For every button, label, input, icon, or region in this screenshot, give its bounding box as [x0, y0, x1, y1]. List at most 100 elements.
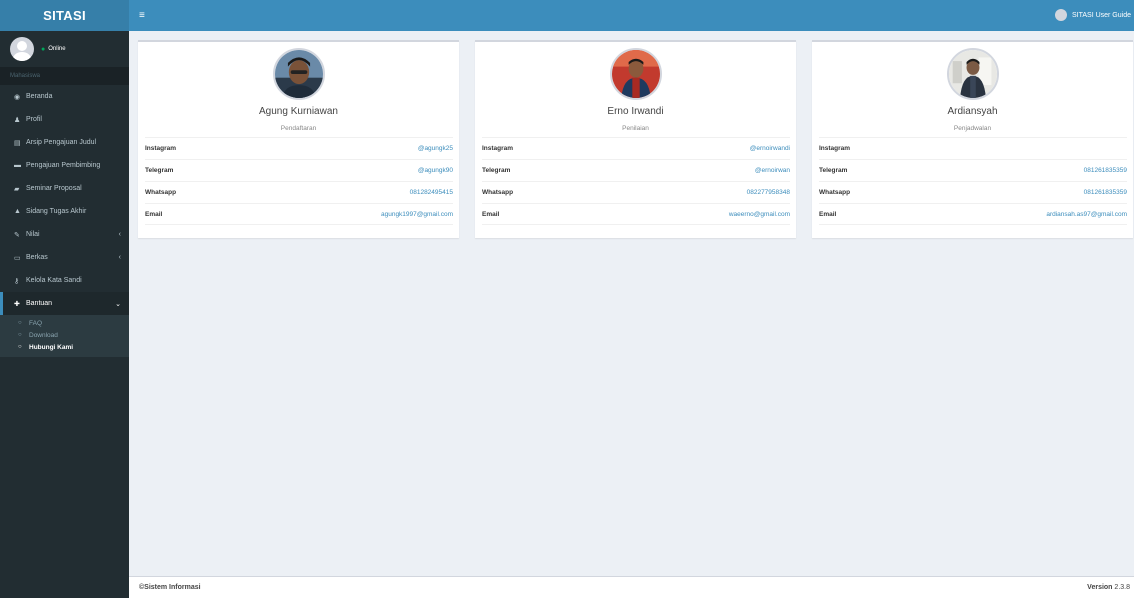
chevron-left-icon: ‹: [118, 254, 121, 261]
sidebar-item-label: Kelola Kata Sandi: [26, 277, 82, 284]
contact-role: Pendaftaran: [280, 125, 317, 132]
submenu-item-download[interactable]: ○ Download: [0, 329, 129, 341]
whatsapp-value[interactable]: 082277958348: [747, 189, 790, 196]
sidebar-item-arsip-pengajuan-judul[interactable]: ▤ Arsip Pengajuan Judul: [0, 131, 129, 154]
sidebar-item-seminar-proposal[interactable]: ▰ Seminar Proposal: [0, 177, 129, 200]
whatsapp-row: Whatsapp 082277958348: [482, 181, 790, 203]
menu-header: Mahasiswa: [0, 67, 129, 85]
sidebar-item-profil[interactable]: ♟ Profil: [0, 108, 129, 131]
sidebar-item-label: Berkas: [26, 254, 48, 261]
sidebar-item-label: Pengajuan Pembimbing: [26, 162, 101, 169]
sidebar-item-beranda[interactable]: ◉ Beranda: [0, 85, 129, 108]
sidebar-item-label: Arsip Pengajuan Judul: [26, 139, 97, 146]
sidebar-item-label: Profil: [26, 116, 42, 123]
profile-photo: [609, 48, 662, 100]
contact-name: Agung Kurniawan: [259, 106, 338, 117]
telegram-label: Telegram: [482, 167, 511, 174]
dashboard-icon: ◉: [14, 93, 21, 101]
sidebar-item-bantuan[interactable]: ✚ Bantuan ⌄: [0, 292, 129, 315]
instagram-label: Instagram: [145, 145, 177, 152]
user-panel: ● Online: [0, 31, 129, 67]
email-row: Email ardiansah.as97@gmail.com: [819, 203, 1127, 225]
telegram-label: Telegram: [819, 167, 848, 174]
telegram-value[interactable]: 081261835359: [1084, 167, 1127, 174]
contact-details: Instagram Telegram 081261835359 Whatsapp…: [819, 137, 1127, 225]
content-area: Agung Kurniawan Pendaftaran Instagram @a…: [129, 31, 1134, 576]
sidebar-item-nilai[interactable]: ✎ Nilai ‹: [0, 223, 129, 246]
instagram-row: Instagram: [819, 137, 1127, 159]
user-guide-avatar: [1054, 9, 1067, 21]
email-label: Email: [819, 210, 837, 218]
version-number: 2.3.8: [1114, 584, 1130, 591]
email-row: Email waeerno@gmail.com: [482, 203, 790, 225]
chevron-down-icon: ⌄: [115, 300, 121, 308]
contact-name: Ardiansyah: [947, 106, 998, 117]
telegram-value[interactable]: @agungk90: [418, 167, 453, 174]
submenu-item-label: FAQ: [29, 319, 43, 327]
instagram-value[interactable]: @agungk25: [418, 145, 453, 152]
telegram-row: Telegram @agungk90: [145, 159, 453, 181]
email-label: Email: [145, 210, 163, 218]
instagram-row: Instagram @agungk25: [145, 137, 453, 159]
profile-photo: [946, 48, 999, 100]
sidebar-item-label: Seminar Proposal: [26, 185, 82, 192]
submenu-item-hubungi-kami[interactable]: ○ Hubungi Kami: [0, 341, 129, 353]
footer-version: Version 2.3.8: [1087, 584, 1130, 591]
whatsapp-row: Whatsapp 081282495415: [145, 181, 453, 203]
contact-card: Agung Kurniawan Pendaftaran Instagram @a…: [138, 40, 459, 238]
footer-copyright: ©Sistem Informasi: [139, 584, 201, 591]
telegram-value[interactable]: @ernoirwan: [755, 167, 790, 174]
submenu-item-faq[interactable]: ○ FAQ: [0, 317, 129, 329]
page-footer: ©Sistem Informasi Version 2.3.8: [129, 576, 1134, 598]
book-icon: ▰: [14, 185, 20, 193]
user-guide-label: SITASI User Guide: [1071, 11, 1131, 19]
instagram-value[interactable]: @ernoirwandi: [750, 145, 790, 152]
contact-details: Instagram @agungk25 Telegram @agungk90 W…: [145, 137, 453, 225]
profile-photo: [272, 48, 325, 100]
contact-details: Instagram @ernoirwandi Telegram @ernoirw…: [482, 137, 790, 225]
sidebar-item-label: Sidang Tugas Akhir: [26, 208, 87, 215]
contact-role: Penilaian: [622, 125, 649, 132]
circle-icon: ○: [18, 320, 22, 326]
instagram-row: Instagram @ernoirwandi: [482, 137, 790, 159]
edit-icon: ✎: [14, 231, 20, 239]
key-icon: ⚷: [14, 277, 20, 285]
graduation-cap-icon: ▲: [14, 208, 21, 215]
telegram-label: Telegram: [145, 167, 174, 174]
email-value[interactable]: waeerno@gmail.com: [729, 211, 790, 218]
email-value[interactable]: ardiansah.as97@gmail.com: [1046, 211, 1127, 218]
contact-role: Penjadwalan: [953, 125, 992, 132]
user-status: ● Online: [41, 46, 66, 53]
folder-open-icon: ▭: [14, 254, 21, 262]
sidebar-item-pengajuan-pembimbing[interactable]: ▬ Pengajuan Pembimbing: [0, 154, 129, 177]
plus-icon: ✚: [14, 300, 20, 308]
whatsapp-label: Whatsapp: [482, 189, 514, 196]
email-row: Email agungk1997@gmail.com: [145, 203, 453, 225]
sidebar-item-sidang-tugas-akhir[interactable]: ▲ Sidang Tugas Akhir: [0, 200, 129, 223]
main-sidebar: SITASI ● Online Mahasiswa ◉ Beranda ♟ Pr…: [0, 0, 129, 598]
sidebar-item-label: Beranda: [26, 93, 53, 100]
circle-icon: ○: [18, 332, 22, 338]
contact-name: Erno Irwandi: [607, 106, 664, 117]
sidebar-item-berkas[interactable]: ▭ Berkas ‹: [0, 246, 129, 269]
circle-icon: ○: [18, 344, 22, 350]
email-value[interactable]: agungk1997@gmail.com: [381, 211, 453, 218]
whatsapp-value[interactable]: 081282495415: [410, 189, 453, 196]
sidebar-item-kelola-kata-sandi[interactable]: ⚷ Kelola Kata Sandi: [0, 269, 129, 292]
user-avatar: [10, 37, 34, 61]
user-guide-menu[interactable]: SITASI User Guide: [1054, 9, 1131, 21]
user-icon: ♟: [14, 116, 21, 124]
whatsapp-value[interactable]: 081261835359: [1084, 189, 1127, 196]
instagram-label: Instagram: [482, 145, 514, 152]
submenu-item-label: Hubungi Kami: [29, 343, 74, 351]
top-navbar: ≡ SITASI User Guide: [129, 0, 1134, 31]
email-label: Email: [482, 210, 500, 218]
submenu-item-label: Download: [29, 331, 58, 339]
file-icon: ▤: [14, 139, 21, 147]
bantuan-submenu: ○ FAQ ○ Download ○ Hubungi Kami: [0, 315, 129, 357]
app-logo[interactable]: SITASI: [0, 0, 129, 31]
version-label: Version: [1087, 584, 1113, 591]
whatsapp-label: Whatsapp: [145, 189, 177, 196]
sidebar-toggle-icon[interactable]: ≡: [139, 10, 145, 21]
instagram-label: Instagram: [819, 145, 851, 152]
